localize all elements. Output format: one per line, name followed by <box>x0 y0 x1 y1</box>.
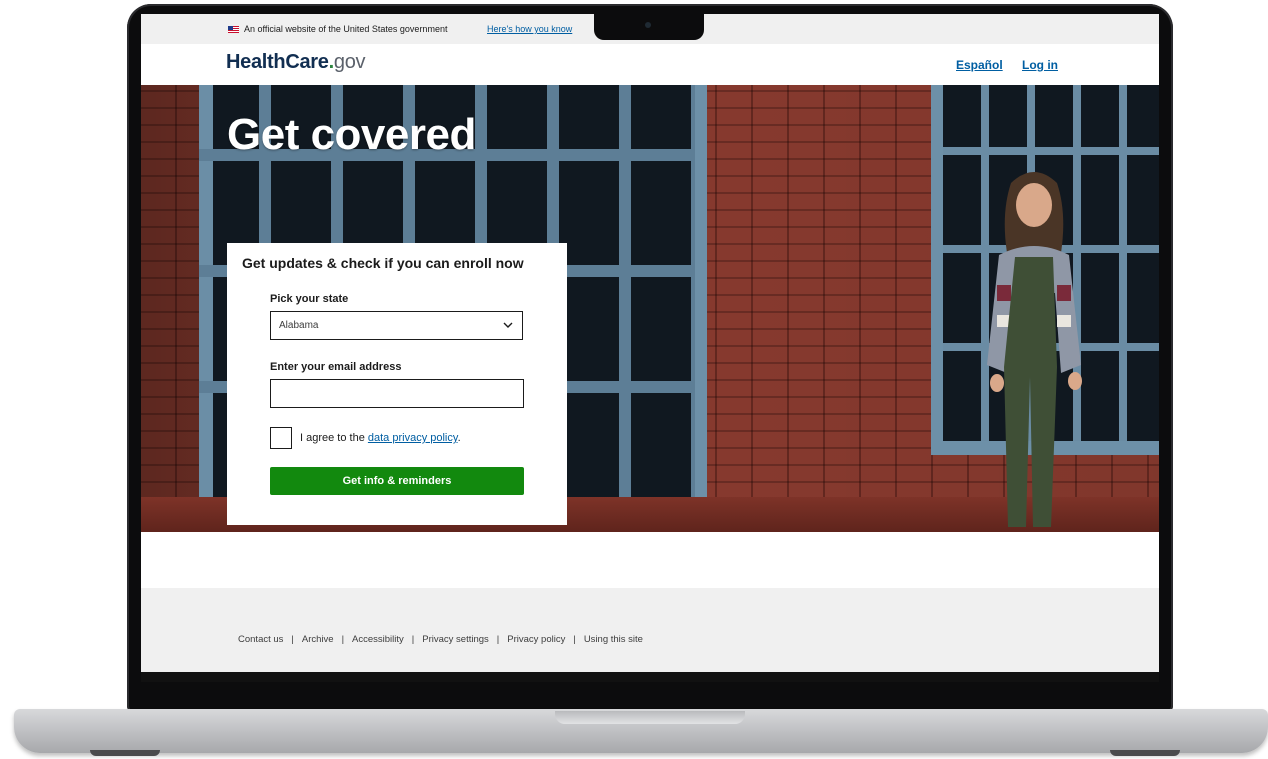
language-link[interactable]: Español <box>956 58 1003 72</box>
footer-separator: | <box>573 634 576 645</box>
site-footer: Contact us | Archive | Accessibility | P… <box>141 588 1159 672</box>
us-flag-icon <box>228 26 239 33</box>
footer-separator: | <box>496 634 500 645</box>
footer-links: Contact us | Archive | Accessibility | P… <box>238 634 643 645</box>
browser-screen: An official website of the United States… <box>141 14 1159 672</box>
state-select-value: Alabama <box>279 320 319 331</box>
email-label: Enter your email address <box>270 361 402 373</box>
laptop-foot-right <box>1110 750 1180 756</box>
footer-link-accessibility[interactable]: Accessibility <box>352 634 404 645</box>
signup-card: Get updates & check if you can enroll no… <box>227 243 567 525</box>
gov-banner-link[interactable]: Here's how you know <box>487 24 572 34</box>
logo-wordmark: HealthCare <box>226 51 329 73</box>
gov-banner-text: An official website of the United States… <box>244 24 448 34</box>
state-select[interactable]: Alabama <box>270 311 523 340</box>
chevron-down-icon <box>503 322 513 328</box>
footer-link-contact-us[interactable]: Contact us <box>238 634 283 645</box>
laptop-foot-left <box>90 750 160 756</box>
camera-notch <box>594 14 704 40</box>
privacy-agree-label: I agree to the data privacy policy. <box>300 432 461 444</box>
footer-link-privacy-settings[interactable]: Privacy settings <box>422 634 489 645</box>
healthcare-logo[interactable]: HealthCare.gov <box>226 51 366 74</box>
hero-section: Get covered Get updates & check if you c… <box>141 85 1159 532</box>
login-link[interactable]: Log in <box>1022 58 1058 72</box>
signup-card-title: Get updates & check if you can enroll no… <box>242 255 524 271</box>
footer-link-using-this-site[interactable]: Using this site <box>584 634 643 645</box>
laptop-opening-lip <box>555 711 745 724</box>
footer-link-privacy-policy[interactable]: Privacy policy <box>507 634 565 645</box>
content-spacer <box>141 532 1159 588</box>
footer-separator: | <box>291 634 294 645</box>
footer-link-archive[interactable]: Archive <box>302 634 334 645</box>
agree-suffix: . <box>457 432 461 444</box>
site-header: HealthCare.gov Español Log in <box>141 44 1159 85</box>
data-privacy-policy-link[interactable]: data privacy policy <box>368 432 458 444</box>
get-info-reminders-button[interactable]: Get info & reminders <box>270 467 524 495</box>
hero-person-photo <box>987 172 1082 527</box>
footer-separator: | <box>411 634 415 645</box>
logo-tld: gov <box>333 51 366 73</box>
camera-icon <box>645 22 651 28</box>
footer-separator: | <box>341 634 345 645</box>
hero-title: Get covered <box>227 110 476 159</box>
privacy-agree-checkbox[interactable] <box>270 427 292 449</box>
agree-prefix: I agree to the <box>300 432 368 444</box>
email-field[interactable] <box>270 379 524 408</box>
state-label: Pick your state <box>270 293 349 305</box>
laptop-chin <box>141 672 1159 682</box>
